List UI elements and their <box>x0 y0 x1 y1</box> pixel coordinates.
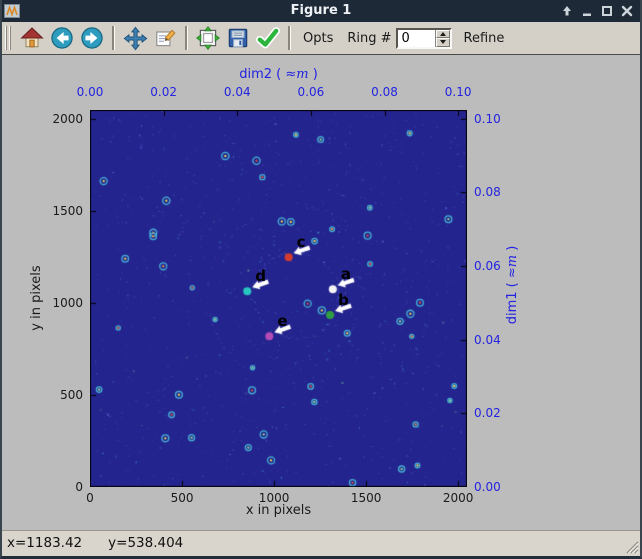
plot-region: dim2 ( ≈m ) x in pixels y in pixels dim1… <box>0 54 642 530</box>
top-tick-label: 0.10 <box>444 85 472 99</box>
toolbar-grip[interactable] <box>5 26 13 50</box>
x-tick-label: 2000 <box>442 491 474 505</box>
ring-number-label: Ring # <box>347 30 392 46</box>
back-button[interactable] <box>48 24 76 52</box>
y-tick-label: 500 <box>60 387 83 402</box>
opts-button[interactable]: Opts <box>303 31 333 46</box>
point-label-d: d <box>255 267 266 286</box>
configure-subplots-icon <box>196 26 220 50</box>
home-icon <box>20 27 44 48</box>
window-controls <box>558 0 636 22</box>
y-tick-label: 0 <box>75 480 83 494</box>
point-label-c: c <box>296 233 306 252</box>
forward-button[interactable] <box>78 24 106 52</box>
x-tick-label: 0 <box>86 491 94 505</box>
x-tick-label: 1500 <box>350 491 382 505</box>
top-tick-label: 0.06 <box>297 85 325 99</box>
forward-arrow-icon <box>81 27 103 49</box>
toolbar-separator <box>185 26 188 50</box>
configure-subplots-button[interactable] <box>194 24 222 52</box>
top-tick-label: 0.02 <box>150 85 177 99</box>
point-label-b: b <box>338 291 349 310</box>
ring-number-spinbox[interactable]: 0 <box>395 27 452 49</box>
spin-up-icon <box>439 31 446 36</box>
point-label-e: e <box>277 312 288 331</box>
edit-pencil-icon <box>156 29 176 47</box>
right-tick-label: 0.02 <box>474 406 501 421</box>
close-icon[interactable] <box>618 2 636 20</box>
spinner-buttons <box>434 29 450 47</box>
y-tick-label: 2000 <box>52 111 83 126</box>
toolbar: Opts Ring # 0 Refine <box>0 22 642 55</box>
y-tick-label: 1000 <box>52 295 83 310</box>
top-axis-title: dim2 ( ≈m ) <box>239 67 318 82</box>
cursor-y-value: y=538.404 <box>108 535 184 551</box>
figure-window: Figure 1 Opts Ring # 0 Refine dim2 (≈m … <box>0 0 642 559</box>
plot-image[interactable] <box>90 110 467 487</box>
back-arrow-icon <box>51 27 73 49</box>
spin-up-button[interactable] <box>435 29 450 38</box>
statusbar: x=1183.42 y=538.404 <box>0 530 642 557</box>
right-tick-label: 0.06 <box>474 259 501 274</box>
shade-icon[interactable] <box>558 2 576 20</box>
refine-button[interactable]: Refine <box>464 31 505 46</box>
titlebar: Figure 1 <box>0 0 642 22</box>
save-button[interactable] <box>224 24 252 52</box>
window-title: Figure 1 <box>290 3 352 18</box>
x-axis-title: x in pixels <box>245 503 312 518</box>
toolbar-separator <box>112 26 115 50</box>
resize-grip[interactable] <box>624 539 639 554</box>
point-label-a: a <box>340 265 351 284</box>
maximize-icon[interactable] <box>598 2 616 20</box>
spin-down-icon <box>439 40 446 45</box>
save-floppy-icon <box>228 28 248 48</box>
right-tick-label: 0.00 <box>474 480 501 494</box>
check-icon <box>256 27 280 49</box>
pan-move-icon <box>123 26 147 50</box>
apply-button[interactable] <box>254 24 282 52</box>
y-tick-label: 1500 <box>52 203 83 218</box>
cursor-x-value: x=1183.42 <box>7 535 83 551</box>
minimize-icon[interactable] <box>578 2 596 20</box>
right-tick-label: 0.08 <box>474 185 501 200</box>
right-axis-title: dim1 ( ≈m ) <box>505 245 520 325</box>
customize-button[interactable] <box>151 24 179 52</box>
top-tick-label: 0.04 <box>223 85 251 99</box>
right-tick-label: 0.10 <box>474 111 501 126</box>
spin-down-button[interactable] <box>435 38 450 47</box>
x-tick-label: 500 <box>170 491 194 505</box>
x-tick-label: 1000 <box>258 491 290 505</box>
right-tick-label: 0.04 <box>474 332 501 347</box>
ring-number-value[interactable]: 0 <box>398 30 435 47</box>
home-button[interactable] <box>18 24 46 52</box>
pan-button[interactable] <box>121 24 149 52</box>
cursor-coordinates: x=1183.42 y=538.404 <box>7 535 209 551</box>
top-tick-label: 0.08 <box>371 85 398 99</box>
toolbar-separator <box>288 26 291 50</box>
top-tick-label: 0.00 <box>76 85 104 99</box>
